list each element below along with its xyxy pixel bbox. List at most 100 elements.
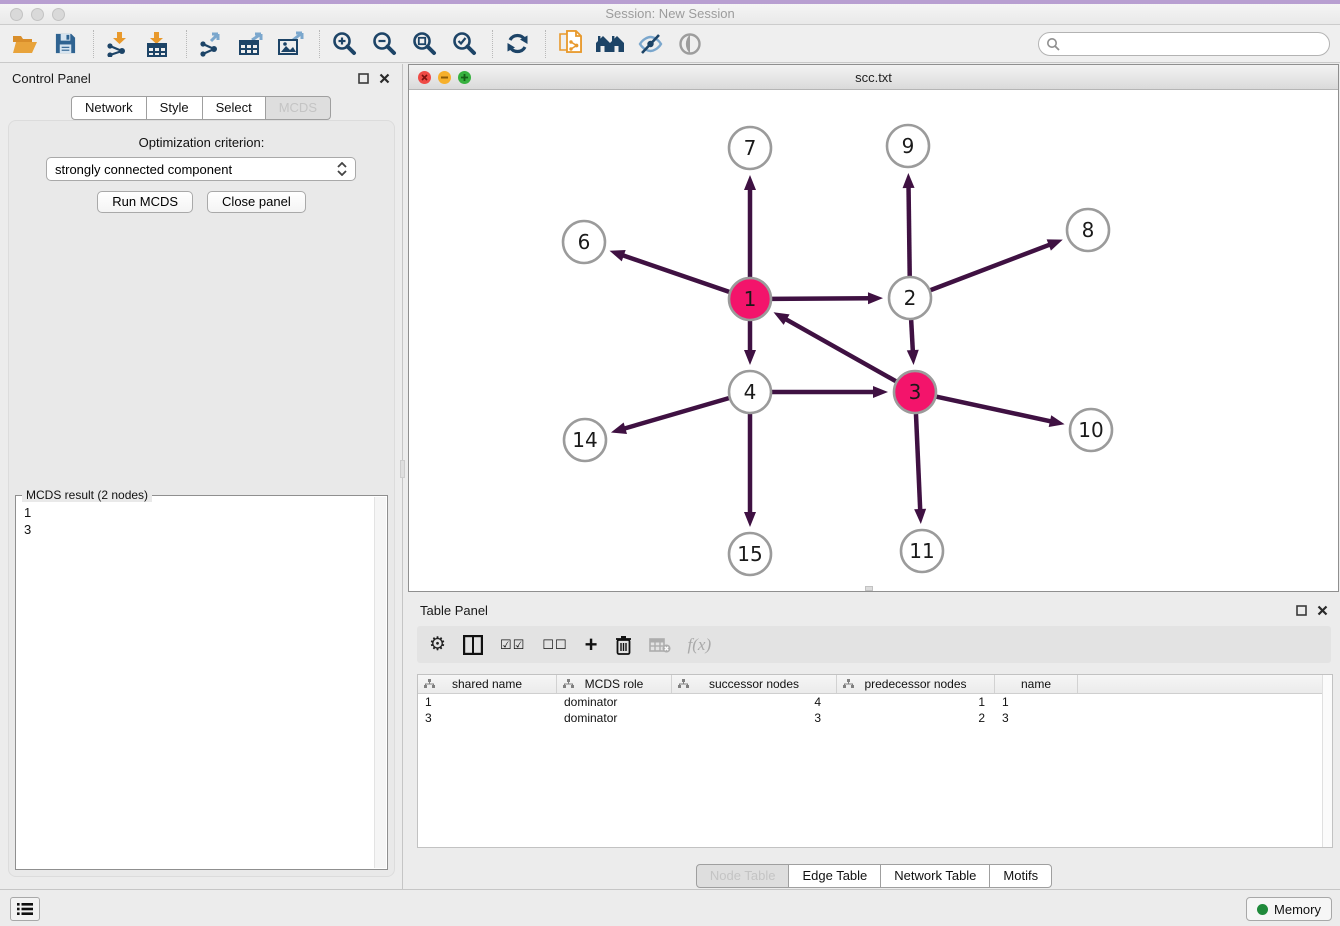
window-title: Session: New Session	[0, 4, 1340, 25]
cell-successor-nodes[interactable]: 4	[672, 694, 837, 710]
tab-style[interactable]: Style	[146, 96, 203, 120]
table-panel-title: Table Panel	[420, 603, 488, 618]
splitpane-handle[interactable]	[400, 460, 405, 478]
export-image-button[interactable]	[276, 29, 306, 59]
control-panel: Control Panel Network Style Select MCDS …	[0, 64, 403, 889]
tab-select[interactable]: Select	[202, 96, 266, 120]
export-table-button[interactable]	[236, 29, 266, 59]
split-columns-icon	[463, 635, 483, 655]
tab-motifs[interactable]: Motifs	[989, 864, 1052, 888]
close-panel-icon[interactable]	[379, 73, 390, 84]
graph-node-label: 6	[578, 230, 591, 254]
float-panel-icon[interactable]	[358, 73, 369, 84]
cell-shared-name[interactable]: 3	[418, 710, 557, 726]
import-table-button[interactable]	[143, 29, 173, 59]
export-network-button[interactable]	[196, 29, 226, 59]
open-folder-icon	[12, 33, 38, 55]
column-header-shared-name[interactable]: shared name	[418, 675, 557, 693]
search-input[interactable]	[1038, 32, 1330, 56]
graph-edge-3-11[interactable]	[916, 414, 920, 512]
toolbar-separator	[545, 30, 546, 58]
network-column-icon	[843, 679, 854, 689]
graph-edge-2-3[interactable]	[911, 320, 913, 353]
close-panel-button[interactable]: Close panel	[207, 191, 306, 213]
mcds-result-item: 3	[24, 521, 387, 538]
table-toolbar: ⚙ ☑☑ ☐☐ + f(x)	[417, 626, 1331, 663]
show-all-networks-button[interactable]	[595, 29, 625, 59]
column-header-successor-nodes[interactable]: successor nodes	[672, 675, 837, 693]
cell-predecessor-nodes[interactable]: 1	[837, 694, 995, 710]
graph-edge-1-2[interactable]	[772, 298, 871, 299]
cell-predecessor-nodes[interactable]: 2	[837, 710, 995, 726]
network-minimize-icon[interactable]	[438, 71, 451, 84]
unchecked-boxes-icon: ☐☐	[542, 637, 567, 653]
tab-network-table[interactable]: Network Table	[880, 864, 990, 888]
toggle-panes-button[interactable]	[463, 633, 483, 657]
deselect-all-button[interactable]: ☐☐	[542, 633, 567, 657]
fx-icon: f(x)	[688, 635, 712, 655]
export-table-icon	[238, 31, 265, 57]
graph-node-label: 11	[909, 539, 934, 563]
delete-column-button[interactable]	[615, 633, 632, 657]
tab-mcds[interactable]: MCDS	[265, 96, 331, 120]
optimization-criterion-select[interactable]: strongly connected component	[46, 157, 356, 181]
column-header-predecessor-nodes[interactable]: predecessor nodes	[837, 675, 995, 693]
open-session-button[interactable]	[10, 29, 40, 59]
import-network-button[interactable]	[103, 29, 133, 59]
eye-slash-icon	[637, 33, 664, 55]
graph-edge-2-8[interactable]	[931, 244, 1052, 290]
graph-edge-3-1[interactable]	[784, 318, 896, 381]
table-header-row: shared name MCDS role successor nodes pr…	[418, 675, 1332, 694]
memory-label: Memory	[1274, 902, 1321, 917]
canvas-scroll-handle[interactable]	[865, 586, 873, 591]
cell-mcds-role[interactable]: dominator	[557, 710, 672, 726]
network-canvas[interactable]: 7968124314101511	[409, 90, 1338, 591]
run-mcds-button[interactable]: Run MCDS	[97, 191, 193, 213]
cell-name[interactable]: 3	[995, 710, 1078, 726]
close-table-panel-icon[interactable]	[1317, 605, 1328, 616]
float-table-panel-icon[interactable]	[1296, 605, 1307, 616]
graph-node-label: 2	[904, 286, 917, 310]
cell-name[interactable]: 1	[995, 694, 1078, 710]
graph-edge-2-9[interactable]	[909, 185, 910, 276]
zoom-in-button[interactable]	[329, 29, 359, 59]
add-column-button[interactable]: +	[585, 633, 598, 657]
graph-edge-3-10[interactable]	[937, 397, 1053, 422]
cell-shared-name[interactable]: 1	[418, 694, 557, 710]
mcds-result-list: 1 3	[16, 496, 387, 538]
save-session-button[interactable]	[50, 29, 80, 59]
hide-selected-button[interactable]	[635, 29, 665, 59]
refresh-view-button[interactable]	[502, 29, 532, 59]
new-network-from-selection-button[interactable]	[555, 29, 585, 59]
column-settings-button[interactable]: ⚙	[429, 633, 446, 657]
zoom-out-button[interactable]	[369, 29, 399, 59]
cell-successor-nodes[interactable]: 3	[672, 710, 837, 726]
network-close-icon[interactable]	[418, 71, 431, 84]
column-header-mcds-role[interactable]: MCDS role	[557, 675, 672, 693]
zoom-selected-button[interactable]	[449, 29, 479, 59]
graph-node-label: 15	[737, 542, 762, 566]
tab-network[interactable]: Network	[71, 96, 147, 120]
table-row[interactable]: 1 dominator 4 1 1	[418, 694, 1332, 710]
result-scrollbar[interactable]	[374, 497, 386, 868]
select-all-button[interactable]: ☑☑	[500, 633, 525, 657]
show-panels-button[interactable]	[10, 897, 40, 921]
column-header-name[interactable]: name	[995, 675, 1078, 693]
table-scrollbar[interactable]	[1322, 675, 1332, 847]
cell-mcds-role[interactable]: dominator	[557, 694, 672, 710]
tab-edge-table[interactable]: Edge Table	[788, 864, 881, 888]
graph-edge-4-14[interactable]	[622, 398, 728, 429]
graph-arrowhead	[873, 386, 888, 398]
delete-table-button	[649, 633, 671, 657]
memory-button[interactable]: Memory	[1246, 897, 1332, 921]
network-maximize-icon[interactable]	[458, 71, 471, 84]
node-table: shared name MCDS role successor nodes pr…	[417, 674, 1333, 848]
application-window: Session: New Session	[0, 0, 1340, 926]
show-hidden-button[interactable]	[675, 29, 705, 59]
zoom-fit-button[interactable]	[409, 29, 439, 59]
graph-arrowhead	[914, 509, 926, 524]
tab-node-table[interactable]: Node Table	[696, 864, 790, 888]
checked-boxes-icon: ☑☑	[500, 637, 525, 653]
table-row[interactable]: 3 dominator 3 2 3	[418, 710, 1332, 726]
graph-edge-1-6[interactable]	[621, 255, 729, 292]
